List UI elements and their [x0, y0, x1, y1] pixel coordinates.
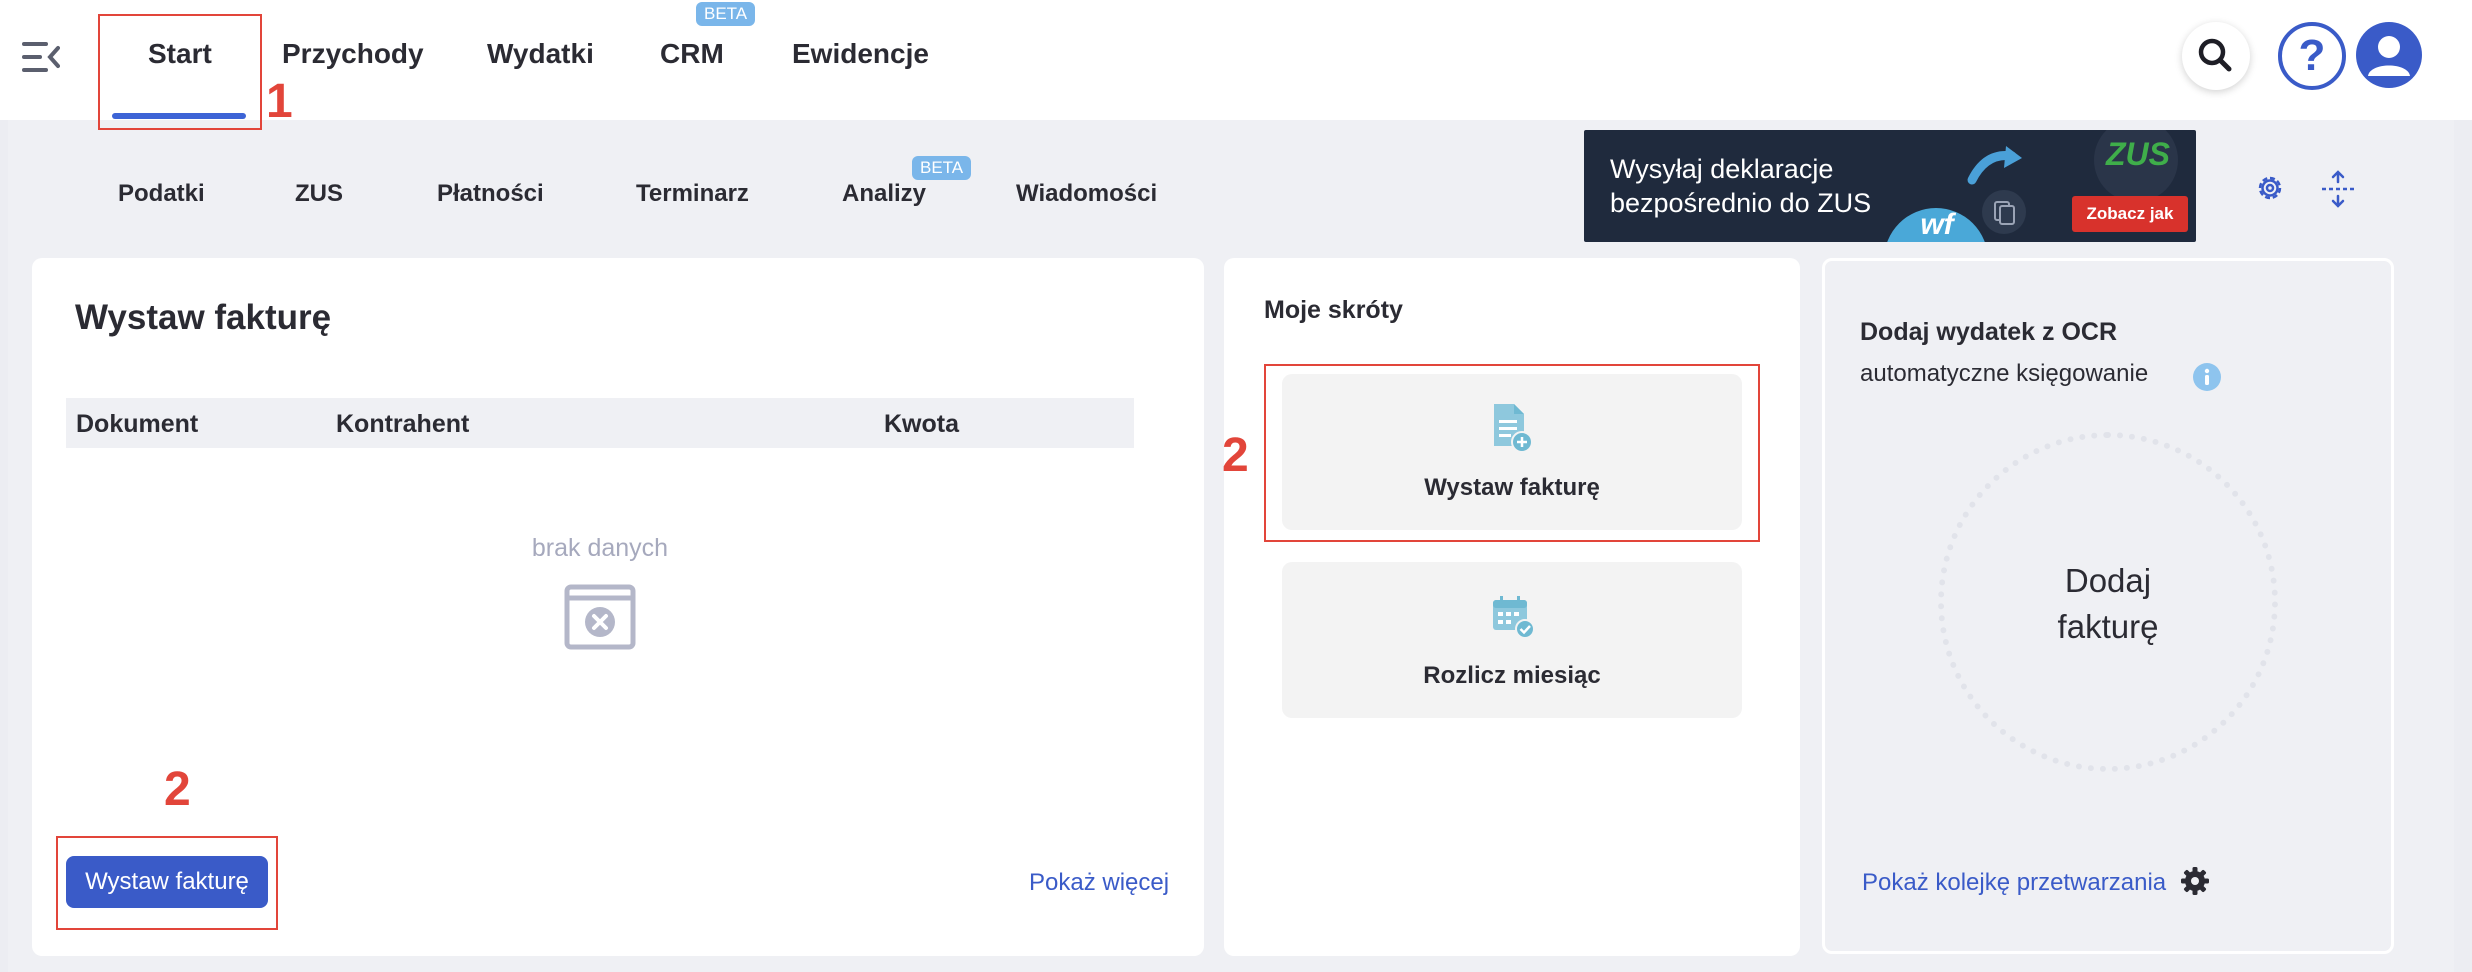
help-button[interactable]: ? — [2278, 22, 2346, 90]
subtab-platnosci[interactable]: Płatności — [437, 180, 544, 208]
expand-layout-icon[interactable] — [2320, 170, 2356, 208]
settings-gear-icon[interactable] — [2254, 172, 2286, 204]
annotation-number: 2 — [164, 763, 191, 816]
ocr-drop-zone[interactable]: Dodaj fakturę — [1938, 432, 2278, 772]
annotation-box — [1264, 364, 1760, 542]
search-icon — [2198, 38, 2232, 72]
ocr-subtitle: automatyczne księgowanie — [1860, 360, 2149, 387]
column-header-kwota: Kwota — [884, 410, 959, 438]
empty-box-icon — [564, 584, 636, 650]
ocr-title: Dodaj wydatek z OCR — [1860, 318, 2117, 346]
calendar-check-icon — [1490, 594, 1536, 640]
drop-zone-label: Dodaj fakturę — [2057, 562, 2159, 645]
user-avatar-button[interactable] — [2356, 22, 2422, 88]
top-navigation: Start Przychody Wydatki CRM BETA Ewidenc… — [0, 0, 2472, 119]
zus-promo-banner[interactable]: Wysyłaj deklaracje bezpośrednio do ZUS Z… — [1584, 130, 2196, 242]
annotation-box — [98, 14, 262, 130]
gear-icon[interactable] — [2180, 866, 2210, 896]
subtab-podatki[interactable]: Podatki — [118, 180, 205, 208]
tab-ewidencje[interactable]: Ewidencje — [792, 38, 929, 70]
svg-text:?: ? — [2299, 31, 2326, 80]
processing-queue-link[interactable]: Pokaż kolejkę przetwarzania — [1862, 869, 2166, 897]
question-mark-icon: ? — [2299, 31, 2326, 80]
zus-logo: ZUS — [2106, 136, 2170, 172]
tab-wydatki[interactable]: Wydatki — [487, 38, 594, 70]
empty-state-text: brak danych — [531, 534, 669, 562]
search-button[interactable] — [2182, 22, 2250, 90]
beta-badge: BETA — [696, 2, 756, 26]
subtab-analizy[interactable]: Analizy — [842, 180, 926, 208]
shortcuts-title: Moje skróty — [1264, 296, 1403, 324]
banner-cta-button[interactable]: Zobacz jak — [2072, 196, 2188, 232]
beta-badge: BETA — [912, 156, 972, 180]
annotation-box — [56, 836, 278, 930]
annotation-number: 1 — [266, 75, 293, 128]
annotation-number: 2 — [1222, 429, 1249, 482]
show-more-link[interactable]: Pokaż więcej — [1029, 869, 1169, 897]
subtab-wiadomosci[interactable]: Wiadomości — [1016, 180, 1157, 208]
tab-crm[interactable]: CRM — [660, 38, 724, 70]
shortcut-label: Rozlicz miesiąc — [1423, 662, 1601, 689]
invoice-card-title: Wystaw fakturę — [75, 298, 332, 337]
info-icon[interactable] — [2192, 362, 2222, 392]
subtab-zus[interactable]: ZUS — [295, 180, 343, 208]
invoice-table-header: Dokument Kontrahent Kwota — [66, 398, 1134, 448]
wf-logo: wf — [1920, 208, 1954, 241]
subtab-terminarz[interactable]: Terminarz — [636, 180, 749, 208]
tab-przychody[interactable]: Przychody — [282, 38, 424, 70]
column-header-dokument: Dokument — [76, 410, 199, 438]
menu-collapse-icon[interactable] — [22, 40, 60, 74]
shortcut-settle-month[interactable]: Rozlicz miesiąc — [1282, 562, 1742, 718]
user-icon — [2368, 36, 2410, 76]
column-header-kontrahent: Kontrahent — [336, 410, 470, 438]
